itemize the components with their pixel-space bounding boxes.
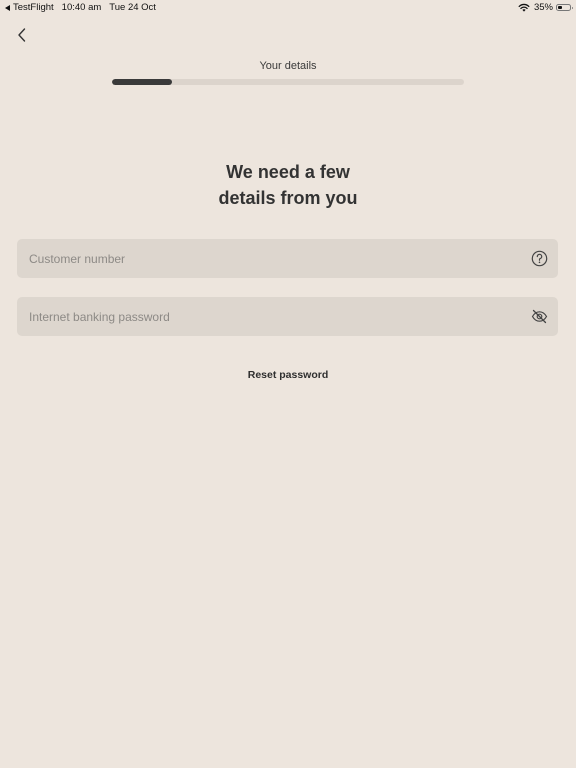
back-button[interactable] — [12, 25, 32, 45]
toggle-password-visibility-button[interactable] — [531, 308, 548, 325]
status-bar-left: TestFlight 10:40 am Tue 24 Oct — [5, 2, 156, 13]
battery-level — [558, 6, 562, 9]
step-label: Your details — [259, 60, 317, 72]
customer-number-field[interactable] — [17, 239, 558, 278]
customer-number-help-button[interactable] — [531, 250, 548, 267]
status-bar: TestFlight 10:40 am Tue 24 Oct 35% — [0, 0, 576, 16]
battery-tip — [571, 6, 573, 9]
help-circle-icon — [531, 250, 548, 267]
battery-percent: 35% — [533, 2, 553, 13]
progress-bar — [112, 79, 464, 85]
status-time: 10:40 am — [61, 2, 102, 13]
password-field[interactable] — [17, 297, 558, 336]
password-input[interactable] — [29, 297, 519, 336]
eye-off-icon — [531, 309, 548, 324]
chevron-left-icon — [18, 28, 26, 42]
progress-bar-fill — [112, 79, 172, 85]
reset-password-link[interactable]: Reset password — [0, 369, 576, 381]
back-to-app-label[interactable]: TestFlight — [13, 2, 54, 13]
page-title-line-2: details from you — [218, 188, 358, 208]
customer-number-input[interactable] — [29, 239, 519, 278]
back-to-app-arrow-icon[interactable] — [5, 4, 10, 11]
status-date: Tue 24 Oct — [109, 2, 156, 13]
battery-icon — [556, 4, 573, 11]
page-title-line-1: We need a few — [226, 162, 350, 182]
status-bar-right: 35% — [518, 2, 573, 13]
page-title: We need a few details from you — [0, 159, 576, 211]
wifi-icon — [518, 3, 530, 12]
